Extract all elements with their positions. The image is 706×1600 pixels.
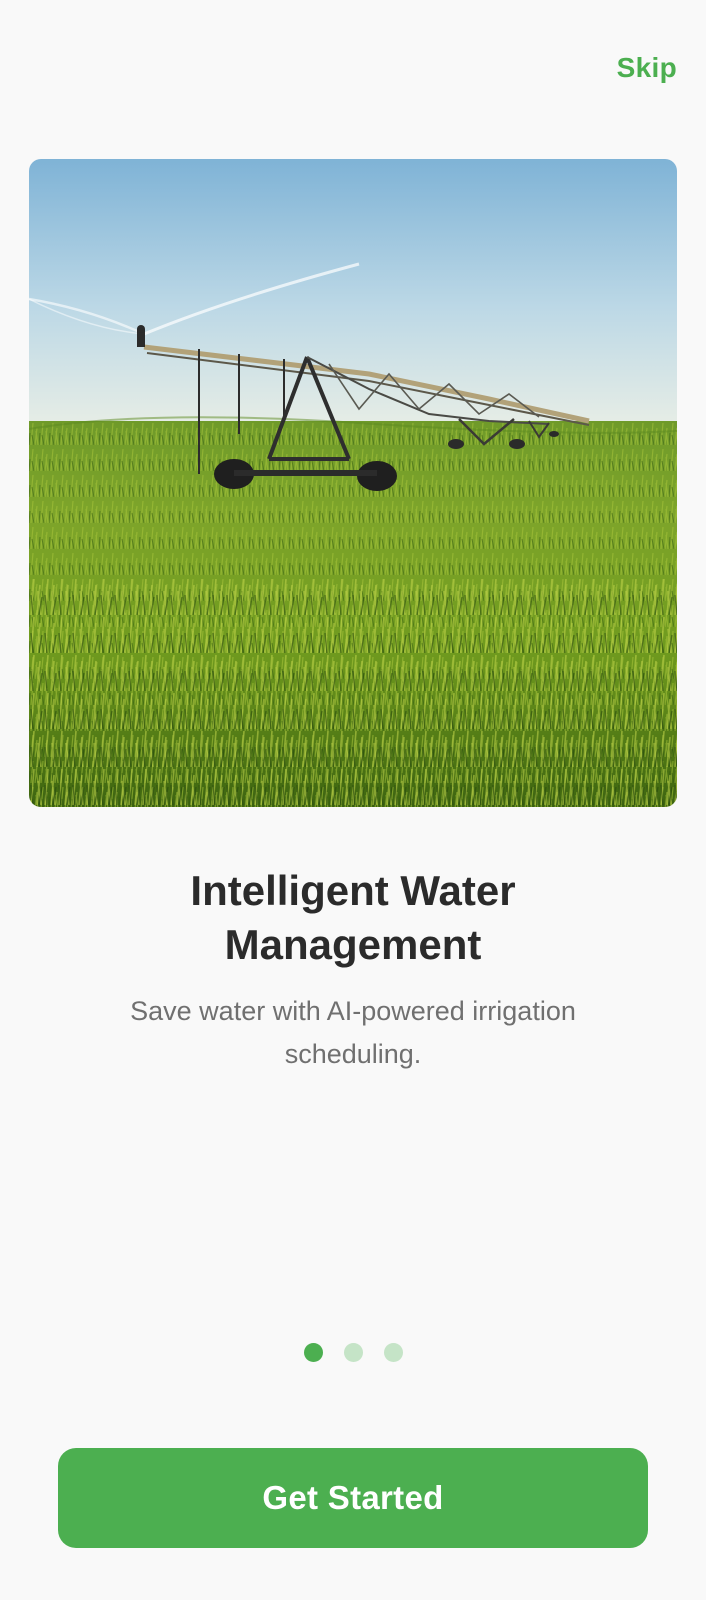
irrigation-field-image bbox=[29, 159, 677, 807]
pager-dots bbox=[0, 1343, 706, 1362]
title-line-1: Intelligent Water bbox=[190, 867, 516, 914]
skip-button[interactable]: Skip bbox=[617, 52, 677, 84]
page-subtitle: Save water with AI-powered irrigation sc… bbox=[80, 990, 626, 1076]
subtitle-line-1: Save water with AI-powered irrigation bbox=[130, 996, 576, 1026]
onboarding-screen: Skip Intelligent Water Management Save w… bbox=[0, 0, 706, 1600]
pager-dot-2[interactable] bbox=[343, 1343, 363, 1362]
pager-dot-1[interactable] bbox=[303, 1343, 323, 1362]
subtitle-line-2: scheduling. bbox=[284, 1039, 422, 1069]
title-line-2: Management bbox=[224, 921, 482, 968]
pager-dot-3[interactable] bbox=[383, 1343, 403, 1362]
page-title: Intelligent Water Management bbox=[40, 864, 666, 972]
hero-image bbox=[29, 159, 677, 807]
get-started-button[interactable]: Get Started bbox=[58, 1448, 648, 1548]
